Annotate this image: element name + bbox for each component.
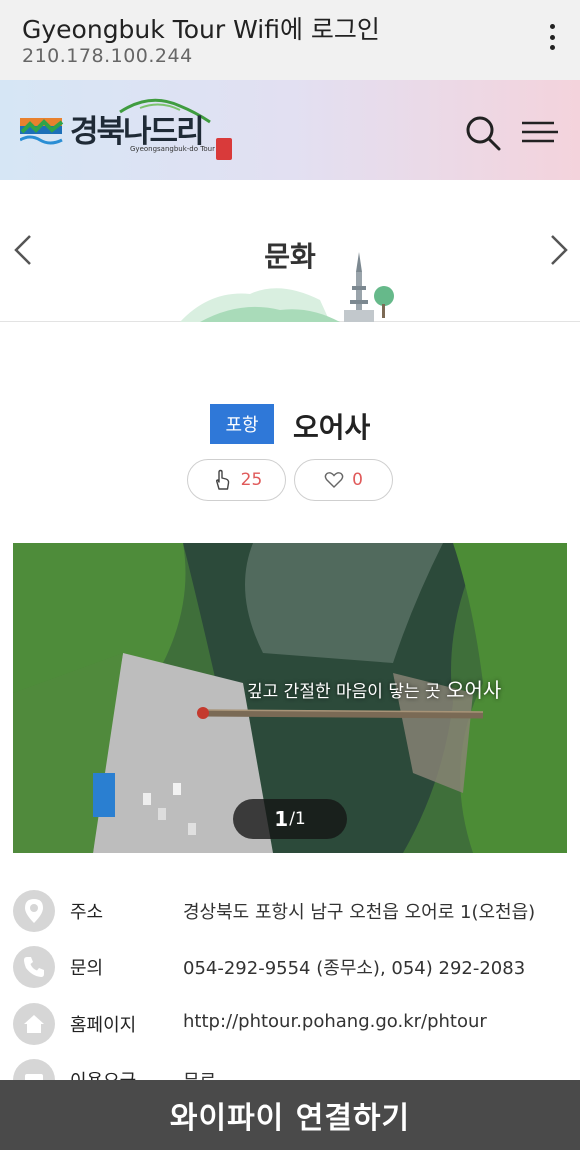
favorite-button[interactable]: 0 — [294, 459, 393, 501]
hand-pointer-icon — [215, 469, 229, 490]
favorite-count: 0 — [352, 470, 363, 490]
chevron-right-icon[interactable] — [544, 230, 574, 270]
logo-seal — [216, 138, 232, 160]
homepage-link[interactable]: http://phtour.pohang.go.kr/phtour — [183, 1011, 487, 1032]
photo-total: /1 — [289, 809, 306, 829]
hamburger-menu-icon[interactable] — [520, 116, 560, 150]
info-row-contact: 문의 054-292-9554 (종무소), 054) 292-2083 — [0, 946, 580, 996]
logo-subtitle: Gyeongsangbuk-do Tour — [130, 145, 215, 153]
info-label: 홈페이지 — [70, 1015, 137, 1036]
region-badge: 포항 — [210, 404, 274, 444]
portal-title: Gyeongbuk Tour Wifi에 로그인 — [22, 15, 380, 44]
contact-value[interactable]: 054-292-9554 (종무소), 054) 292-2083 — [183, 954, 525, 980]
info-row-address: 주소 경상북도 포항시 남구 오천읍 오어로 1(오천읍) — [0, 890, 580, 940]
captive-portal-bar: Gyeongbuk Tour Wifi에 로그인 210.178.100.244 — [0, 0, 580, 80]
phone-icon — [13, 946, 55, 988]
home-icon — [13, 1003, 55, 1045]
address-value: 경상북도 포항시 남구 오천읍 오어로 1(오천읍) — [183, 902, 536, 923]
more-options-icon[interactable] — [544, 22, 560, 52]
site-logo[interactable]: 경북나드리 Gyeongsangbuk-do Tour — [20, 98, 240, 160]
photo-counter: 1/1 — [233, 799, 347, 839]
info-row-homepage: 홈페이지 http://phtour.pohang.go.kr/phtour — [0, 1003, 580, 1053]
place-photo[interactable]: 깊고 간절한 마음이 닿는 곳 오어사 1/1 — [13, 543, 567, 853]
like-button[interactable]: 25 — [187, 459, 286, 501]
wifi-connect-button[interactable]: 와이파이 연결하기 — [0, 1080, 580, 1150]
heart-icon — [324, 472, 344, 488]
info-label: 문의 — [70, 958, 104, 979]
like-count: 25 — [240, 470, 263, 490]
info-label: 주소 — [70, 902, 104, 923]
caption-text: 깊고 간절한 마음이 닿는 곳 — [247, 682, 441, 702]
category-illustration — [180, 252, 394, 322]
portal-ip-address: 210.178.100.244 — [22, 45, 193, 67]
place-title: 오어사 — [293, 411, 371, 444]
photo-current: 1 — [274, 807, 289, 831]
search-icon[interactable] — [463, 113, 503, 153]
photo-caption: 깊고 간절한 마음이 닿는 곳 오어사 — [247, 674, 501, 703]
caption-place-name: 오어사 — [446, 678, 502, 702]
location-pin-icon — [13, 890, 55, 932]
category-header: 문화 — [0, 180, 580, 322]
